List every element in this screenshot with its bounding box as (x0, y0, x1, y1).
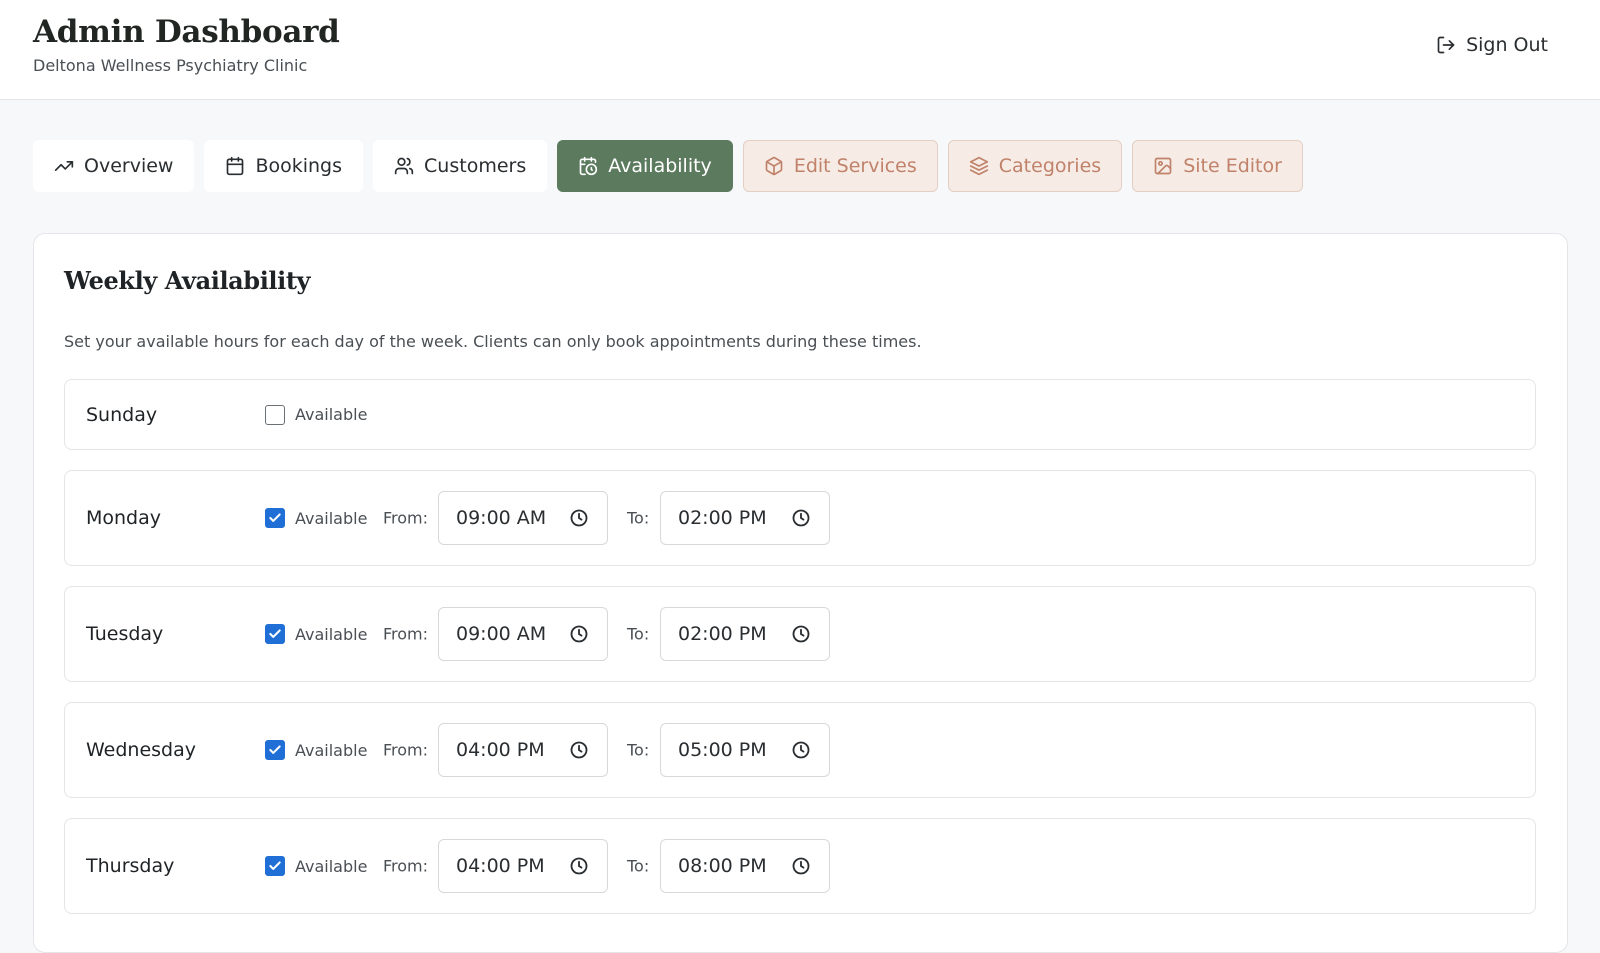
to-time-value: 02:00 PM (678, 507, 767, 529)
tab-label: Overview (84, 155, 174, 177)
day-row-sunday: Sunday Available (64, 379, 1536, 450)
from-time-input[interactable]: 04:00 PM (438, 839, 608, 893)
available-checkbox[interactable]: Available (265, 740, 367, 760)
available-checkbox[interactable]: Available (265, 404, 368, 425)
tab-label: Customers (424, 155, 527, 177)
to-time-value: 05:00 PM (678, 739, 767, 761)
check-icon (269, 745, 281, 754)
tab-edit-services[interactable]: Edit Services (742, 140, 938, 192)
from-time-value: 04:00 PM (456, 739, 545, 761)
available-label: Available (295, 405, 368, 424)
check-icon (269, 861, 281, 870)
trending-up-icon (54, 161, 74, 171)
clock-icon[interactable] (791, 856, 811, 876)
from-label: From: (383, 508, 429, 528)
check-icon (269, 629, 281, 638)
to-time-input[interactable]: 05:00 PM (660, 723, 830, 777)
from-time-input[interactable]: 04:00 PM (438, 723, 608, 777)
calendar-icon (227, 156, 244, 176)
section-description: Set your available hours for each day of… (64, 332, 922, 351)
from-time-input[interactable]: 09:00 AM (438, 491, 608, 545)
from-time-input[interactable]: 09:00 AM (438, 607, 608, 661)
clock-icon[interactable] (791, 508, 811, 528)
to-time-value: 02:00 PM (678, 623, 767, 645)
clock-icon[interactable] (569, 740, 589, 760)
day-name: Wednesday (86, 739, 197, 761)
checkbox-checked[interactable] (265, 508, 285, 528)
available-checkbox[interactable]: Available (265, 856, 367, 876)
tab-overview[interactable]: Overview (33, 140, 195, 192)
check-icon (269, 513, 281, 522)
available-label: Available (295, 740, 368, 760)
app-header: Admin Dashboard Deltona Wellness Psychia… (0, 0, 1600, 100)
clock-icon[interactable] (791, 624, 811, 644)
checkbox-checked[interactable] (265, 856, 285, 876)
tab-bookings[interactable]: Bookings (204, 140, 364, 192)
day-name: Tuesday (86, 623, 164, 645)
to-time-value: 08:00 PM (678, 855, 767, 877)
tab-customers[interactable]: Customers (373, 140, 548, 192)
tab-label: Bookings (255, 155, 343, 177)
from-time-value: 09:00 AM (456, 507, 547, 529)
users-icon (394, 157, 414, 175)
tab-availability[interactable]: Availability (557, 140, 733, 192)
clock-icon[interactable] (569, 624, 589, 644)
log-out-icon (1437, 36, 1455, 54)
layers-icon (969, 156, 988, 176)
day-name: Monday (86, 507, 162, 529)
checkbox-unchecked[interactable] (265, 404, 285, 425)
tab-site-editor[interactable]: Site Editor (1132, 140, 1303, 192)
clock-icon[interactable] (791, 740, 811, 760)
available-checkbox[interactable]: Available (265, 624, 367, 644)
day-row-monday: Monday Available From: 09:00 AM To: 02:0… (64, 470, 1536, 566)
available-checkbox[interactable]: Available (265, 508, 367, 528)
weekly-availability-card: Weekly Availability Set your available h… (33, 233, 1568, 953)
tab-label: Edit Services (793, 155, 917, 177)
tab-categories[interactable]: Categories (947, 140, 1123, 192)
clock-icon[interactable] (569, 856, 589, 876)
package-icon (765, 156, 783, 176)
clock-icon[interactable] (569, 508, 589, 528)
day-row-tuesday: Tuesday Available From: 09:00 AM To: 02:… (64, 586, 1536, 682)
day-row-wednesday: Wednesday Available From: 04:00 PM To: 0… (64, 702, 1536, 798)
tab-label: Site Editor (1183, 155, 1282, 177)
to-label: To: (627, 508, 650, 528)
to-time-input[interactable]: 02:00 PM (660, 607, 830, 661)
tab-label: Availability (608, 155, 712, 177)
sign-out-label: Sign Out (1466, 34, 1548, 56)
tab-bar: Overview Bookings Customers Availability… (33, 140, 1303, 192)
section-title: Weekly Availability (64, 266, 311, 295)
checkbox-checked[interactable] (265, 740, 285, 760)
to-label: To: (627, 624, 650, 644)
day-name: Sunday (86, 403, 158, 426)
to-label: To: (627, 856, 650, 876)
from-time-value: 04:00 PM (456, 855, 545, 877)
available-label: Available (295, 508, 368, 528)
tab-label: Categories (998, 155, 1102, 177)
checkbox-checked[interactable] (265, 624, 285, 644)
available-label: Available (295, 624, 368, 644)
sign-out-button[interactable]: Sign Out (1436, 34, 1548, 56)
clinic-name: Deltona Wellness Psychiatry Clinic (33, 56, 308, 75)
to-label: To: (627, 740, 650, 760)
available-label: Available (295, 856, 368, 876)
from-time-value: 09:00 AM (456, 623, 547, 645)
page-title: Admin Dashboard (33, 14, 340, 50)
calendar-clock-icon (579, 156, 598, 176)
to-time-input[interactable]: 08:00 PM (660, 839, 830, 893)
from-label: From: (383, 624, 429, 644)
image-icon (1154, 157, 1172, 175)
to-time-input[interactable]: 02:00 PM (660, 491, 830, 545)
day-name: Thursday (86, 855, 175, 877)
from-label: From: (383, 740, 429, 760)
from-label: From: (383, 856, 429, 876)
